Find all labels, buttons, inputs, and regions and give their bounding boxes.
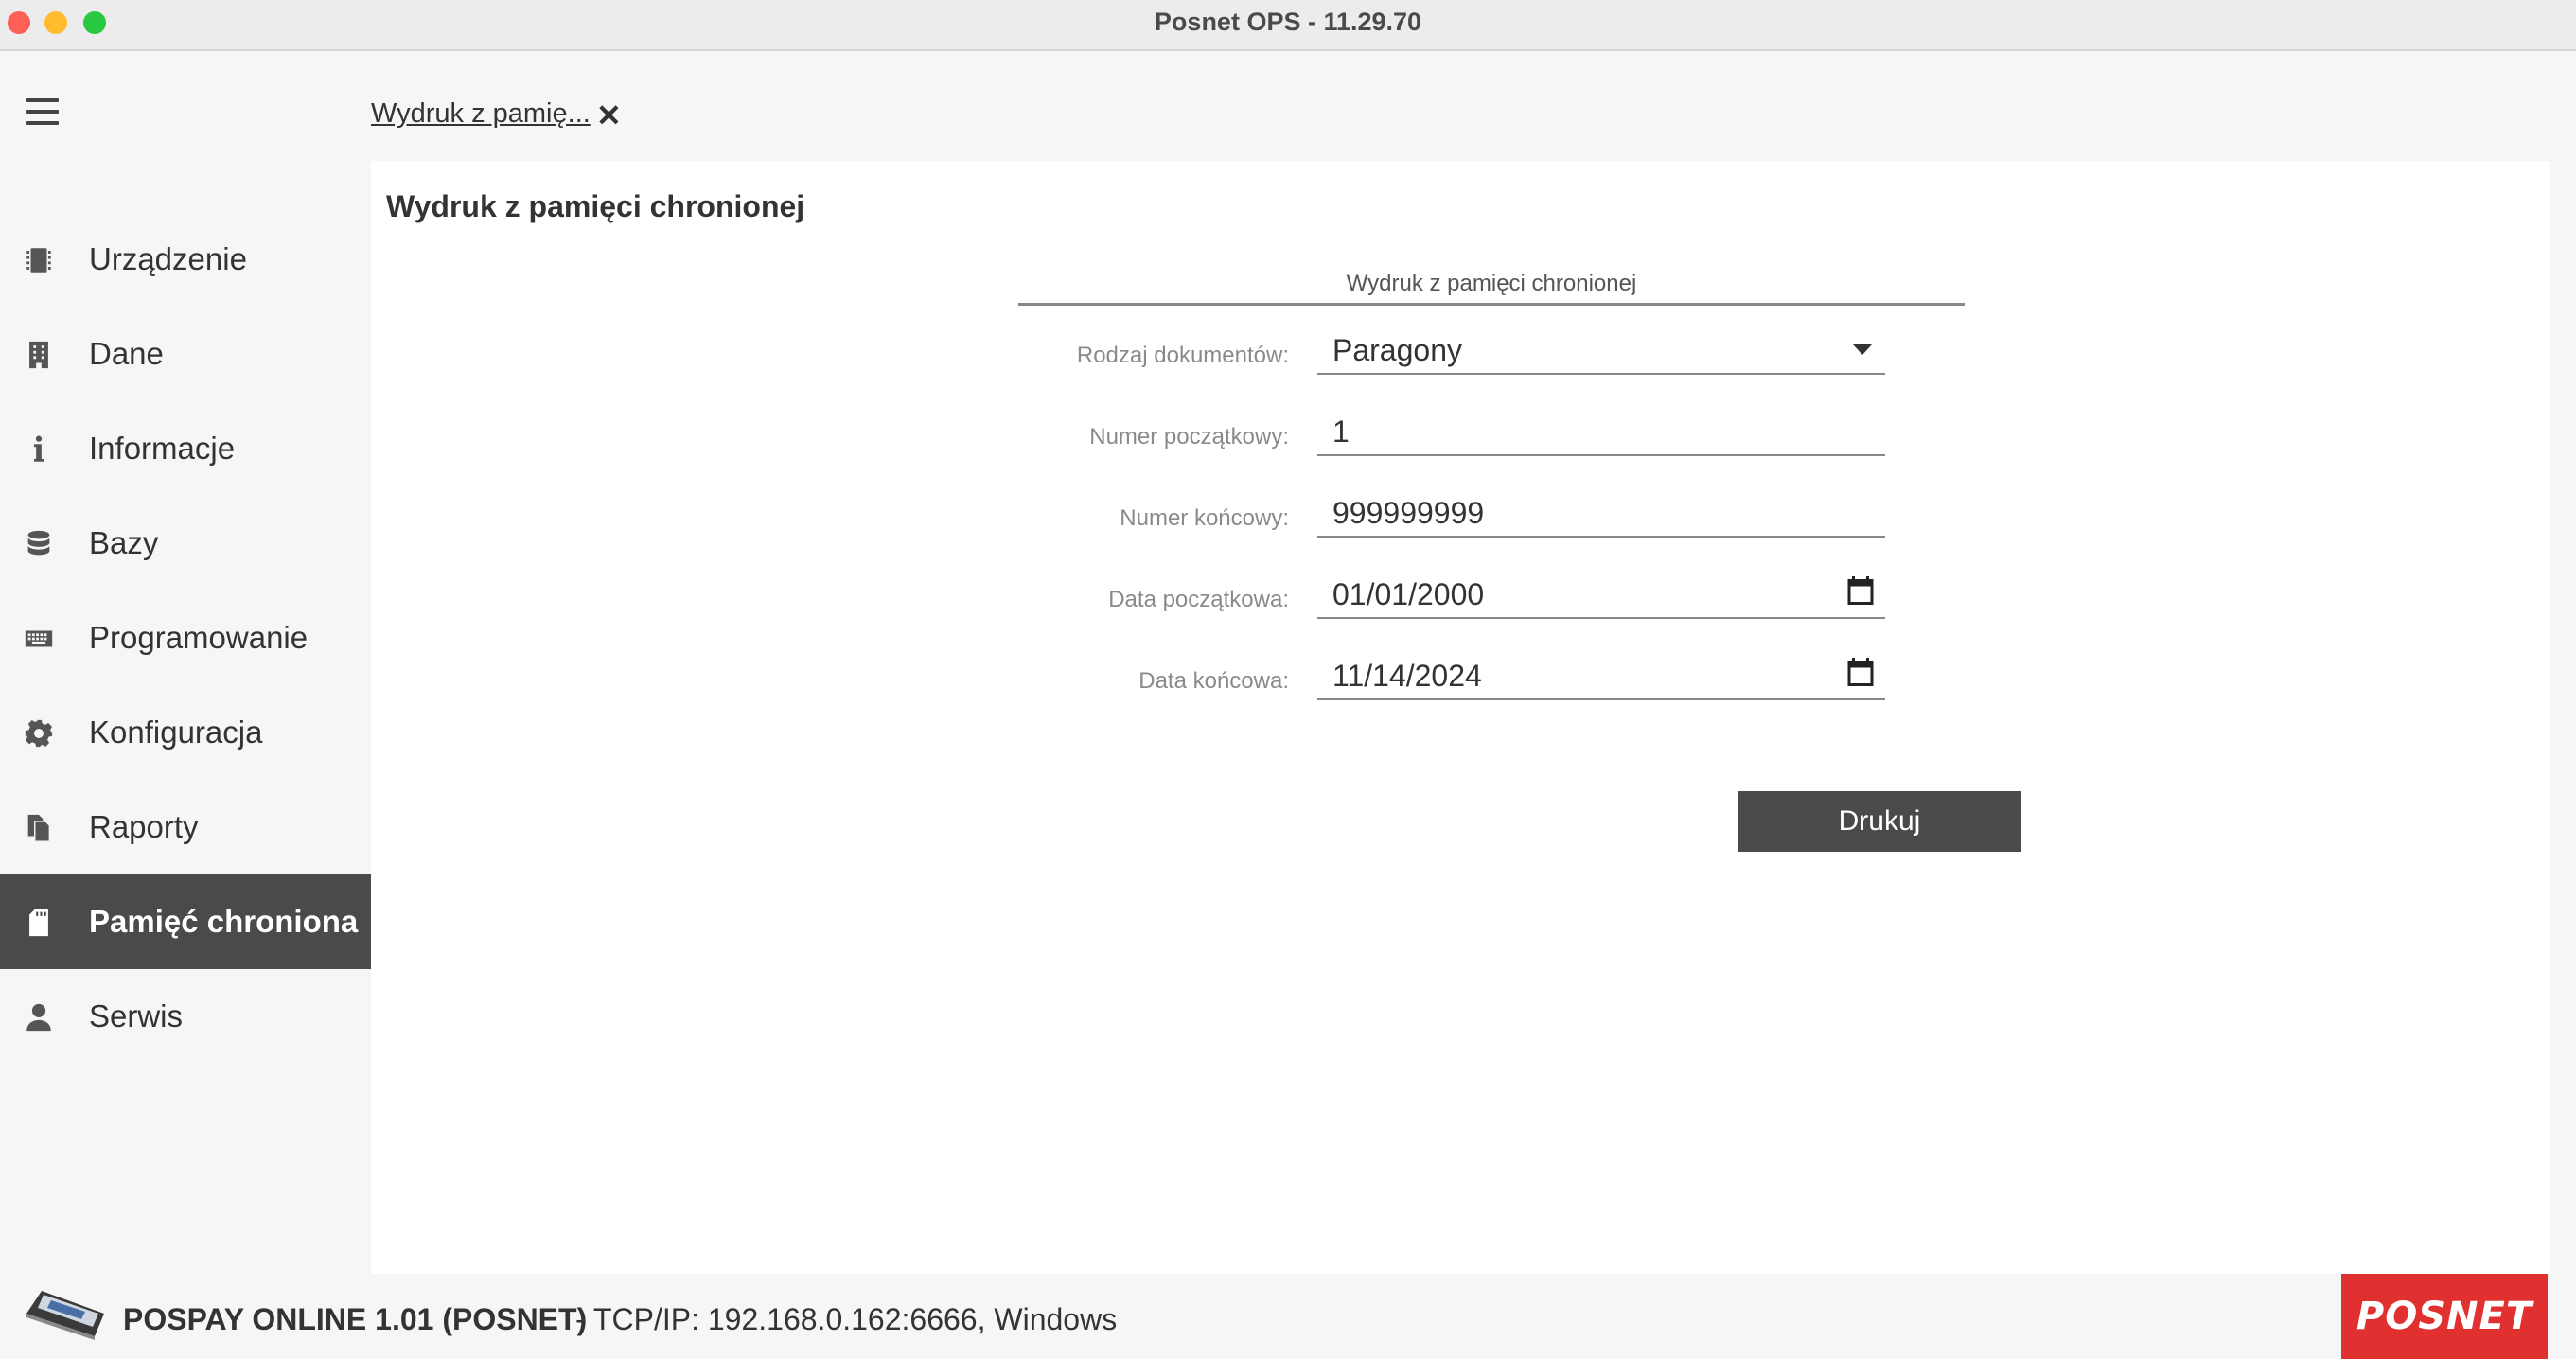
chevron-down-icon: [1853, 344, 1872, 355]
end-number-value: 999999999: [1332, 496, 1485, 530]
sidebar-item-konfiguracja[interactable]: Konfiguracja: [0, 685, 371, 780]
documents-icon: [23, 812, 55, 844]
doc-type-label: Rodzaj dokumentów:: [1076, 343, 1289, 368]
close-icon[interactable]: ✕: [596, 97, 622, 133]
main-panel: Wydruk z pamięci chronionej Wydruk z pam…: [371, 161, 2550, 1274]
start-number-value: 1: [1332, 415, 1350, 449]
sidebar-item-label: Pamięć chroniona: [89, 904, 359, 939]
sidebar-item-urzadzenie[interactable]: Urządzenie: [0, 212, 371, 307]
print-button[interactable]: Drukuj: [1738, 791, 2021, 852]
calendar-icon[interactable]: [1844, 574, 1878, 608]
sidebar-item-label: Konfiguracja: [89, 715, 263, 750]
doc-type-select[interactable]: Paragony: [1317, 324, 1885, 375]
sidebar: Urządzenie Dane Informacje Bazy Programo…: [0, 51, 371, 1262]
sidebar-item-informacje[interactable]: Informacje: [0, 401, 371, 496]
page-title: Wydruk z pamięci chronionej: [386, 189, 805, 223]
section-divider: [1018, 303, 1965, 306]
chip-icon: [23, 244, 55, 276]
device-name: POSPAY ONLINE 1.01 (POSNET): [123, 1302, 588, 1336]
sidebar-item-label: Programowanie: [89, 620, 309, 655]
doc-type-value: Paragony: [1332, 333, 1462, 367]
sidebar-item-programowanie[interactable]: Programowanie: [0, 591, 371, 685]
sidebar-item-pamiec-chroniona[interactable]: Pamięć chroniona: [0, 874, 371, 969]
connection-info: - TCP/IP: 192.168.0.162:6666, Windows: [575, 1302, 1118, 1336]
building-icon: [23, 339, 55, 371]
doc-type-row: Rodzaj dokumentów: Paragony: [371, 324, 2550, 380]
start-date-field[interactable]: 01/01/2000: [1317, 568, 1885, 619]
sidebar-item-label: Raporty: [89, 809, 199, 844]
end-date-field[interactable]: 11/14/2024: [1317, 649, 1885, 700]
gear-icon: [23, 717, 55, 750]
end-number-label: Numer końcowy:: [1120, 505, 1289, 531]
posnet-logo: POSNET: [2341, 1274, 2548, 1359]
sidebar-item-bazy[interactable]: Bazy: [0, 496, 371, 591]
payment-terminal-icon: [26, 1291, 104, 1340]
sidebar-item-label: Informacje: [89, 431, 236, 466]
end-number-row: Numer końcowy: 999999999: [371, 486, 2550, 543]
sidebar-item-dane[interactable]: Dane: [0, 307, 371, 401]
sidebar-item-label: Dane: [89, 336, 164, 371]
start-date-row: Data początkowa: 01/01/2000: [371, 568, 2550, 625]
sidebar-item-label: Serwis: [89, 998, 184, 1033]
sidebar-item-label: Bazy: [89, 525, 159, 560]
start-date-label: Data początkowa:: [1108, 587, 1289, 612]
end-date-row: Data końcowa: 11/14/2024: [371, 649, 2550, 706]
sidebar-item-label: Urządzenie: [89, 241, 247, 276]
menu-icon[interactable]: [26, 98, 59, 127]
start-number-row: Numer początkowy: 1: [371, 405, 2550, 462]
person-icon: [23, 1001, 55, 1033]
info-icon: [23, 433, 55, 466]
start-number-label: Numer początkowy:: [1089, 424, 1289, 450]
start-number-field[interactable]: 1: [1317, 405, 1885, 456]
window-title: Posnet OPS - 11.29.70: [1154, 8, 1422, 36]
start-date-value: 01/01/2000: [1332, 577, 1485, 611]
status-bar: POSPAY ONLINE 1.01 (POSNET) - TCP/IP: 19…: [0, 1274, 2576, 1359]
tab-wydruk[interactable]: Wydruk z pamię...: [371, 98, 591, 130]
sd-card-icon: [23, 907, 55, 939]
section-title: Wydruk z pamięci chronionej: [1346, 271, 1637, 296]
end-number-field[interactable]: 999999999: [1317, 486, 1885, 538]
database-icon: [23, 528, 55, 560]
end-date-label: Data końcowa:: [1138, 668, 1289, 694]
keyboard-icon: [23, 623, 55, 655]
end-date-value: 11/14/2024: [1332, 659, 1482, 693]
sidebar-item-serwis[interactable]: Serwis: [0, 969, 371, 1064]
title-bar: Posnet OPS - 11.29.70: [0, 0, 2576, 51]
sidebar-item-raporty[interactable]: Raporty: [0, 780, 371, 874]
calendar-icon[interactable]: [1844, 655, 1878, 689]
